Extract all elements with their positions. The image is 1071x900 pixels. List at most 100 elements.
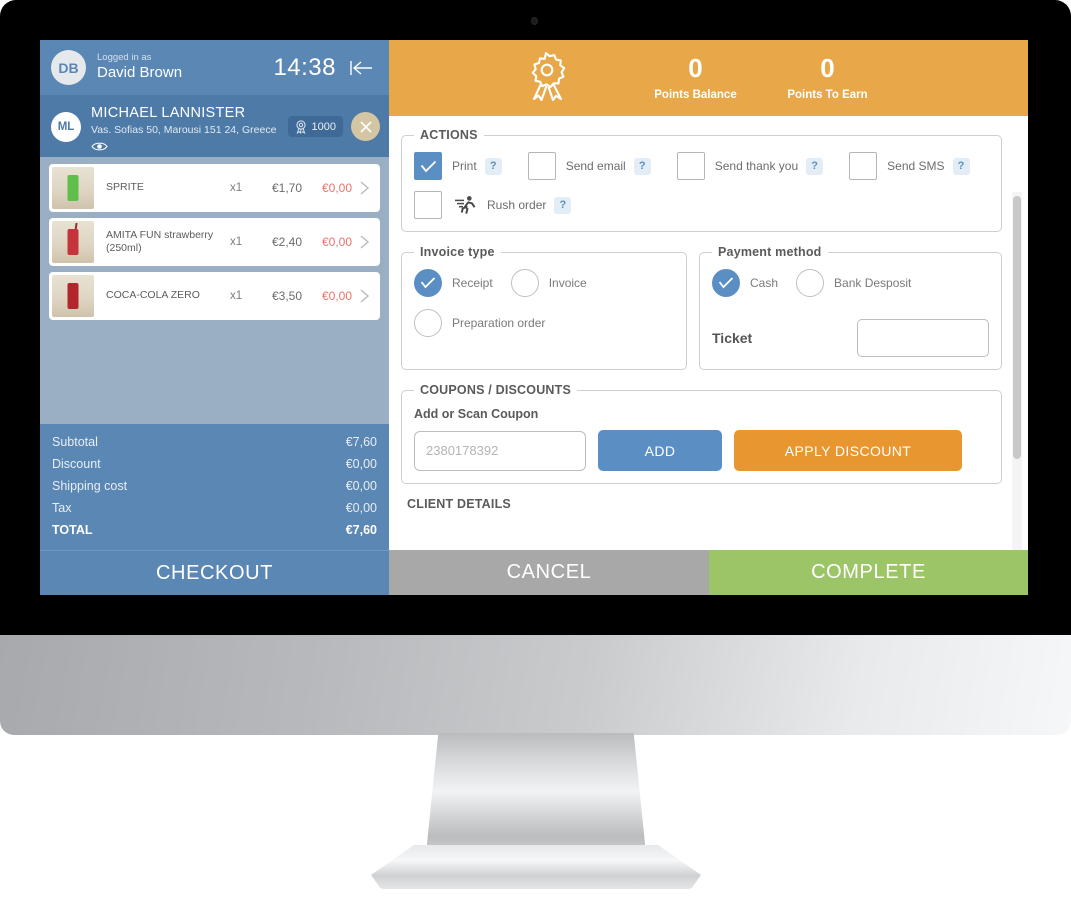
points-to-earn-block: 0 Points To Earn	[762, 55, 894, 101]
clock: 14:38	[273, 53, 336, 81]
coupon-subtitle: Add or Scan Coupon	[414, 407, 539, 421]
rush-order-checkbox[interactable]	[414, 191, 442, 219]
product-price: €3,50	[271, 289, 302, 303]
product-price: €1,70	[271, 181, 302, 195]
total-row: Discount €0,00	[52, 453, 377, 475]
action-label: Send thank you	[714, 159, 799, 173]
add-coupon-button[interactable]: ADD	[598, 430, 722, 471]
total-row: Shipping cost €0,00	[52, 475, 377, 497]
action-checkbox[interactable]	[849, 152, 878, 180]
points-balance-block: 0 Points Balance	[630, 55, 762, 101]
user-name: David Brown	[97, 64, 183, 82]
action-label: Print	[452, 159, 477, 173]
user-info: Logged in as David Brown	[97, 52, 273, 82]
invoice-options-row-1: Receipt Invoice	[414, 269, 674, 297]
payment-method-fieldset: Payment method Cash Bank Desposit Ticket	[699, 245, 1002, 370]
ticket-label: Ticket	[712, 330, 753, 346]
invoice-options-row-2: Preparation order	[414, 309, 674, 337]
form-scrollbar[interactable]	[1012, 192, 1022, 550]
rosette-icon	[295, 119, 306, 134]
customer-points-badge[interactable]: 1000	[287, 116, 343, 137]
total-label: Shipping cost	[52, 479, 128, 493]
close-icon[interactable]	[351, 112, 380, 141]
total-value: €0,00	[345, 457, 377, 471]
customer-info: MICHAEL LANNISTER Vas. Sofias 50, Marous…	[91, 103, 288, 157]
radio-button[interactable]	[712, 269, 740, 297]
cart-panel: DB Logged in as David Brown 14:38 ML MIC…	[40, 40, 389, 595]
monitor-chin	[0, 635, 1071, 735]
action-help-icon[interactable]: ?	[952, 157, 970, 175]
total-row: Subtotal €7,60	[52, 431, 377, 453]
total-row: Tax €0,00	[52, 497, 377, 519]
cancel-button[interactable]: CANCEL	[389, 550, 709, 595]
customer-bar: ML MICHAEL LANNISTER Vas. Sofias 50, Mar…	[40, 95, 389, 157]
product-thumbnail	[52, 167, 94, 209]
product-qty: x1	[230, 290, 243, 302]
product-name: COCA-COLA ZERO	[106, 289, 200, 302]
customer-name: MICHAEL LANNISTER	[91, 105, 246, 121]
chevron-right-icon[interactable]	[352, 180, 376, 196]
checkout-button[interactable]: CHECKOUT	[40, 550, 389, 595]
cart-item-list: SPRITE x1 €1,70 €0,00 AMITA FUN strawberry (…	[40, 157, 389, 424]
action-checkbox[interactable]	[414, 152, 442, 180]
points-to-earn-value: 0	[820, 53, 835, 83]
rosette-icon	[524, 51, 568, 106]
actions-legend: ACTIONS	[420, 128, 478, 142]
action-checkbox[interactable]	[527, 152, 556, 180]
action-checkbox-group: Send email?	[527, 152, 651, 180]
action-help-icon[interactable]: ?	[633, 157, 651, 175]
points-to-earn-label: Points To Earn	[787, 89, 868, 101]
form-scroll-area: ACTIONS Print? Send email? Send thank you?…	[389, 116, 1028, 550]
radio-button[interactable]	[414, 269, 442, 297]
product-thumbnail	[52, 275, 94, 317]
radio-button[interactable]	[796, 269, 825, 297]
cart-item-row[interactable]: COCA-COLA ZERO x1 €3,50 €0,00	[49, 272, 380, 320]
radio-label: Bank Desposit	[834, 276, 912, 290]
product-qty: x1	[230, 236, 243, 248]
coupons-fieldset: COUPONS / DISCOUNTS Add or Scan Coupon A…	[401, 383, 1002, 484]
rush-order-help-icon[interactable]: ?	[554, 196, 572, 214]
product-qty: x1	[230, 182, 243, 194]
screen: DB Logged in as David Brown 14:38 ML MIC…	[40, 40, 1028, 595]
radio-label: Preparation order	[452, 316, 546, 330]
invoice-payment-row: Invoice type Receipt Invoice Preparation …	[401, 245, 1002, 383]
actions-fieldset: ACTIONS Print? Send email? Send thank you?…	[401, 128, 1002, 232]
action-checkbox-group: Print?	[414, 152, 502, 180]
total-value: €0,00	[345, 501, 377, 515]
action-checkbox[interactable]	[676, 152, 705, 180]
radio-button[interactable]	[414, 309, 442, 337]
points-balance-value: 0	[688, 53, 703, 83]
action-checkbox-group: Send thank you?	[676, 152, 824, 180]
rush-order-row: Rush order ?	[414, 191, 989, 219]
eye-icon[interactable]	[91, 139, 288, 157]
coupon-controls: ADD APPLY DISCOUNT	[414, 430, 989, 471]
back-to-start-icon[interactable]	[349, 58, 375, 78]
cart-item-row[interactable]: AMITA FUN strawberry (250ml) x1 €2,40 €0,00	[49, 218, 380, 266]
action-help-icon[interactable]: ?	[806, 157, 824, 175]
apply-discount-button[interactable]: APPLY DISCOUNT	[734, 430, 962, 471]
form-scrollbar-thumb[interactable]	[1013, 196, 1021, 459]
coupon-input[interactable]	[414, 430, 586, 471]
radio-label: Invoice	[548, 276, 587, 290]
customer-address: Vas. Sofias 50, Marousi 151 24, Greece	[91, 123, 277, 136]
action-help-icon[interactable]: ?	[484, 157, 502, 175]
loyalty-bar: 0 Points Balance 0 Points To Earn	[389, 40, 1028, 116]
rush-order-label: Rush order	[487, 198, 547, 212]
radio-button[interactable]	[510, 269, 539, 297]
order-totals: Subtotal €7,60 Discount €0,00 Shipping cost €…	[40, 424, 389, 550]
total-label: Discount	[52, 457, 101, 471]
complete-button[interactable]: COMPLETE	[709, 550, 1028, 595]
logged-in-label: Logged in as	[97, 52, 152, 64]
customer-points-value: 1000	[311, 120, 336, 133]
total-label: Subtotal	[52, 435, 98, 449]
invoice-type-legend: Invoice type	[420, 245, 495, 259]
customer-avatar: ML	[51, 112, 81, 142]
ticket-input[interactable]	[857, 319, 989, 357]
product-discount: €0,00	[321, 181, 352, 195]
total-value: €7,60	[345, 435, 377, 449]
chevron-right-icon[interactable]	[352, 234, 376, 250]
cart-item-row[interactable]: SPRITE x1 €1,70 €0,00	[49, 164, 380, 212]
total-value: €7,60	[345, 523, 377, 537]
footer-actions: CANCEL COMPLETE	[389, 550, 1028, 595]
chevron-right-icon[interactable]	[352, 288, 376, 304]
